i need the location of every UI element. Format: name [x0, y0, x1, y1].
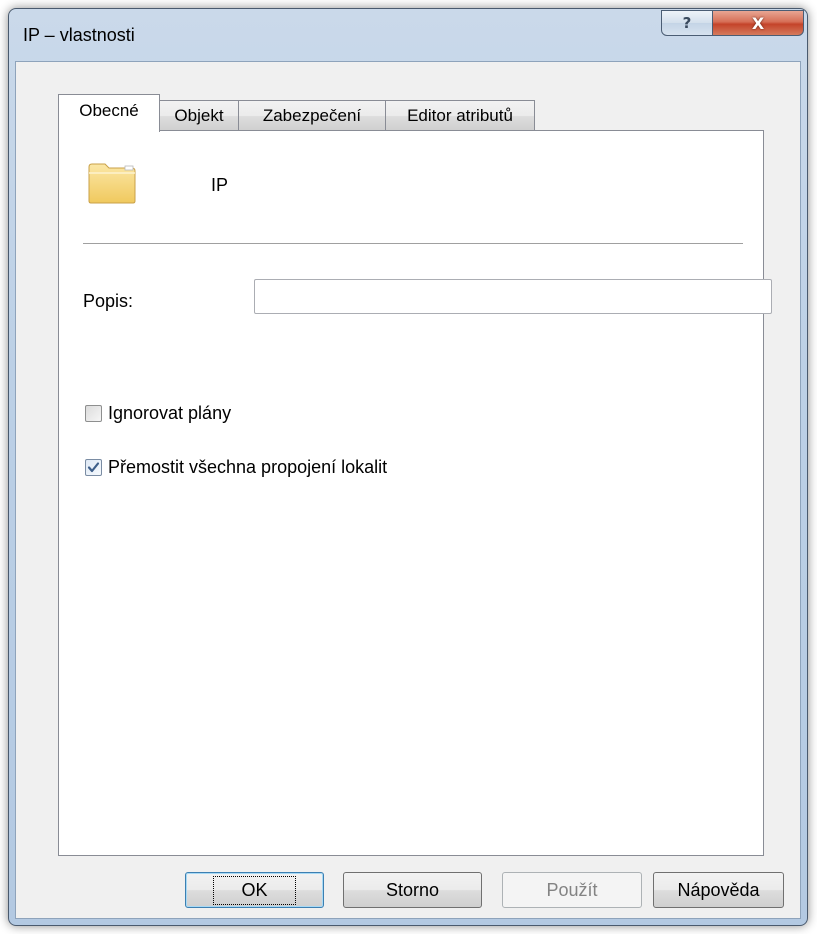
tab-label: Obecné: [79, 101, 139, 120]
ignore-schedules-option[interactable]: Ignorovat plány: [85, 403, 231, 424]
tab-page-general: IP Popis: Ignorovat plány Přemostit všec…: [58, 130, 772, 856]
tab-security[interactable]: Zabezpečení: [238, 100, 386, 131]
help-title-button[interactable]: ?: [661, 10, 713, 36]
description-label: Popis:: [83, 291, 134, 311]
window-title: IP – vlastnosti: [23, 25, 135, 45]
ok-button-label: OK: [213, 875, 296, 905]
ignore-schedules-label: Ignorovat plány: [108, 403, 232, 423]
help-button-label: Nápověda: [677, 879, 760, 900]
help-icon: ?: [682, 14, 692, 32]
help-button[interactable]: Nápověda: [653, 872, 784, 908]
ignore-schedules-checkbox[interactable]: [85, 405, 102, 422]
cancel-button-label: Storno: [385, 879, 440, 900]
title-bar[interactable]: IP – vlastnosti ? X: [9, 9, 807, 61]
cancel-button[interactable]: Storno: [343, 872, 482, 908]
ok-button[interactable]: OK: [185, 872, 324, 908]
tab-label: Editor atributů: [407, 106, 513, 125]
separator-line: [83, 243, 743, 245]
tab-object[interactable]: Objekt: [159, 100, 239, 131]
check-mark-icon: [87, 462, 100, 473]
properties-dialog: IP – vlastnosti ? X Obecné Objekt Zabezp…: [8, 8, 808, 926]
apply-button-label: Použít: [546, 879, 598, 900]
tab-label: Objekt: [174, 106, 224, 125]
folder-icon: [87, 161, 137, 205]
tab-general[interactable]: Obecné: [58, 94, 160, 132]
dialog-client-area: Obecné Objekt Zabezpečení Editor atribut…: [15, 61, 801, 919]
close-title-button[interactable]: X: [712, 10, 804, 36]
bridge-all-links-checkbox[interactable]: [85, 459, 102, 476]
tab-label: Zabezpečení: [262, 106, 362, 125]
bridge-all-links-option[interactable]: Přemostit všechna propojení lokalit: [85, 457, 387, 478]
tab-attribute-editor[interactable]: Editor atributů: [385, 100, 535, 131]
bridge-all-links-label: Přemostit všechna propojení lokalit: [108, 457, 388, 477]
description-input[interactable]: [254, 279, 772, 314]
apply-button[interactable]: Použít: [502, 872, 642, 908]
close-icon: X: [751, 13, 765, 33]
object-name: IP: [211, 175, 229, 195]
